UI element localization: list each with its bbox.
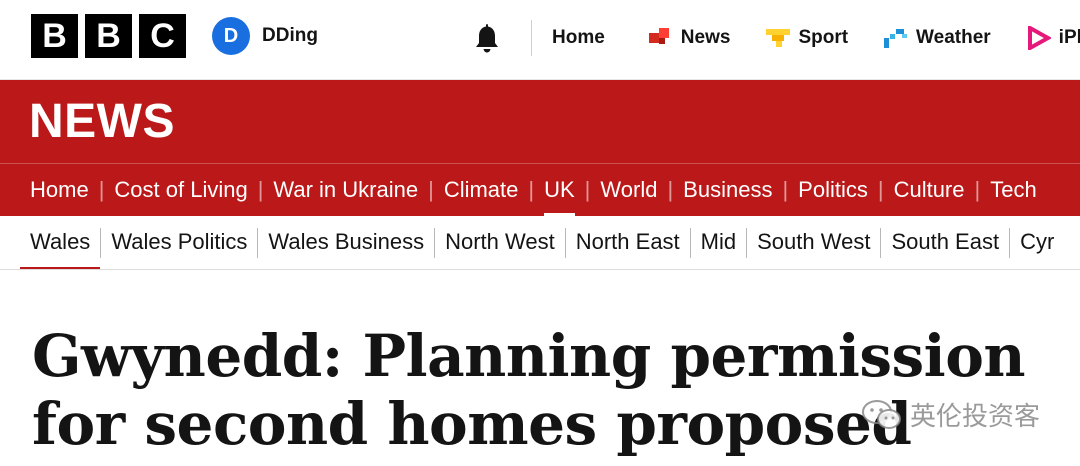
nav-uk[interactable]: UK	[544, 164, 575, 216]
nav-separator: |	[667, 177, 674, 202]
uk-regions-nav: Wales Wales Politics Wales Business Nort…	[0, 216, 1080, 270]
account-name: DDing	[262, 25, 318, 46]
wechat-watermark: 英伦投资客	[860, 396, 1040, 433]
topnav-weather-label: Weather	[916, 27, 991, 48]
bbc-top-nav: Home News Sport Weather iPl	[552, 20, 1080, 56]
nav-politics[interactable]: Politics	[798, 164, 868, 216]
bbc-masthead: B B C D DDing Home News Sport Weather iP…	[0, 0, 1080, 80]
subnav-separator	[880, 227, 882, 258]
nav-home[interactable]: Home	[30, 164, 89, 216]
subnav-wales[interactable]: Wales	[19, 216, 101, 269]
weather-icon	[884, 29, 908, 48]
sport-icon	[766, 29, 791, 47]
nav-separator: |	[877, 177, 884, 202]
bbc-logo-letter-1: B	[31, 14, 78, 58]
topnav-iplayer[interactable]: iPlay	[1027, 26, 1080, 50]
news-primary-nav: Home | Cost of Living | War in Ukraine |…	[0, 163, 1080, 216]
masthead-divider	[531, 20, 532, 56]
subnav-cymru[interactable]: Cyr	[1020, 216, 1054, 269]
bbc-logo[interactable]: B B C	[31, 14, 186, 58]
nav-war-in-ukraine[interactable]: War in Ukraine	[273, 164, 418, 216]
nav-tech[interactable]: Tech	[990, 164, 1036, 216]
subnav-separator	[746, 227, 748, 258]
iplayer-icon	[1027, 26, 1051, 50]
subnav-separator	[434, 227, 436, 258]
nav-separator: |	[98, 177, 105, 202]
nav-climate[interactable]: Climate	[444, 164, 519, 216]
subnav-north-west[interactable]: North West	[445, 216, 555, 269]
subnav-separator	[689, 227, 691, 258]
nav-separator: |	[257, 177, 264, 202]
topnav-home[interactable]: Home	[552, 27, 605, 49]
topnav-sport-label: Sport	[798, 27, 849, 48]
subnav-north-east[interactable]: North East	[576, 216, 680, 269]
news-wordmark[interactable]: NEWS	[29, 94, 175, 149]
subnav-separator	[100, 227, 102, 258]
nav-separator: |	[782, 177, 789, 202]
subnav-south-east[interactable]: South East	[891, 216, 999, 269]
nav-world[interactable]: World	[600, 164, 657, 216]
topnav-news-label: News	[680, 27, 731, 48]
watermark-text: 英伦投资客	[910, 401, 1041, 431]
news-banner: NEWS	[0, 80, 1080, 163]
topnav-home-label: Home	[552, 27, 605, 48]
nav-separator: |	[974, 177, 981, 202]
subnav-wales-politics[interactable]: Wales Politics	[111, 216, 247, 269]
notifications-bell-icon[interactable]	[472, 22, 502, 54]
nav-business[interactable]: Business	[683, 164, 772, 216]
topnav-news[interactable]: News	[648, 26, 731, 50]
nav-cost-of-living[interactable]: Cost of Living	[114, 164, 247, 216]
nav-separator: |	[584, 177, 591, 202]
account-link[interactable]: D DDing	[212, 17, 318, 55]
subnav-separator	[1009, 227, 1011, 258]
nav-culture[interactable]: Culture	[894, 164, 965, 216]
wechat-icon	[862, 399, 901, 429]
topnav-sport[interactable]: Sport	[766, 26, 848, 50]
bbc-logo-letter-3: C	[139, 14, 186, 58]
topnav-iplayer-label: iPlay	[1058, 27, 1080, 48]
nav-separator: |	[528, 177, 535, 202]
nav-separator: |	[428, 177, 434, 202]
topnav-weather[interactable]: Weather	[884, 26, 991, 50]
subnav-mid[interactable]: Mid	[701, 216, 736, 269]
subnav-wales-business[interactable]: Wales Business	[268, 216, 424, 269]
news-icon	[648, 28, 669, 44]
subnav-south-west[interactable]: South West	[757, 216, 870, 269]
subnav-separator	[257, 227, 259, 258]
subnav-separator	[564, 227, 566, 258]
avatar: D	[212, 17, 250, 55]
bbc-logo-letter-2: B	[85, 14, 132, 58]
article-headline: Gwynedd: Planning permission for second …	[32, 322, 1026, 458]
